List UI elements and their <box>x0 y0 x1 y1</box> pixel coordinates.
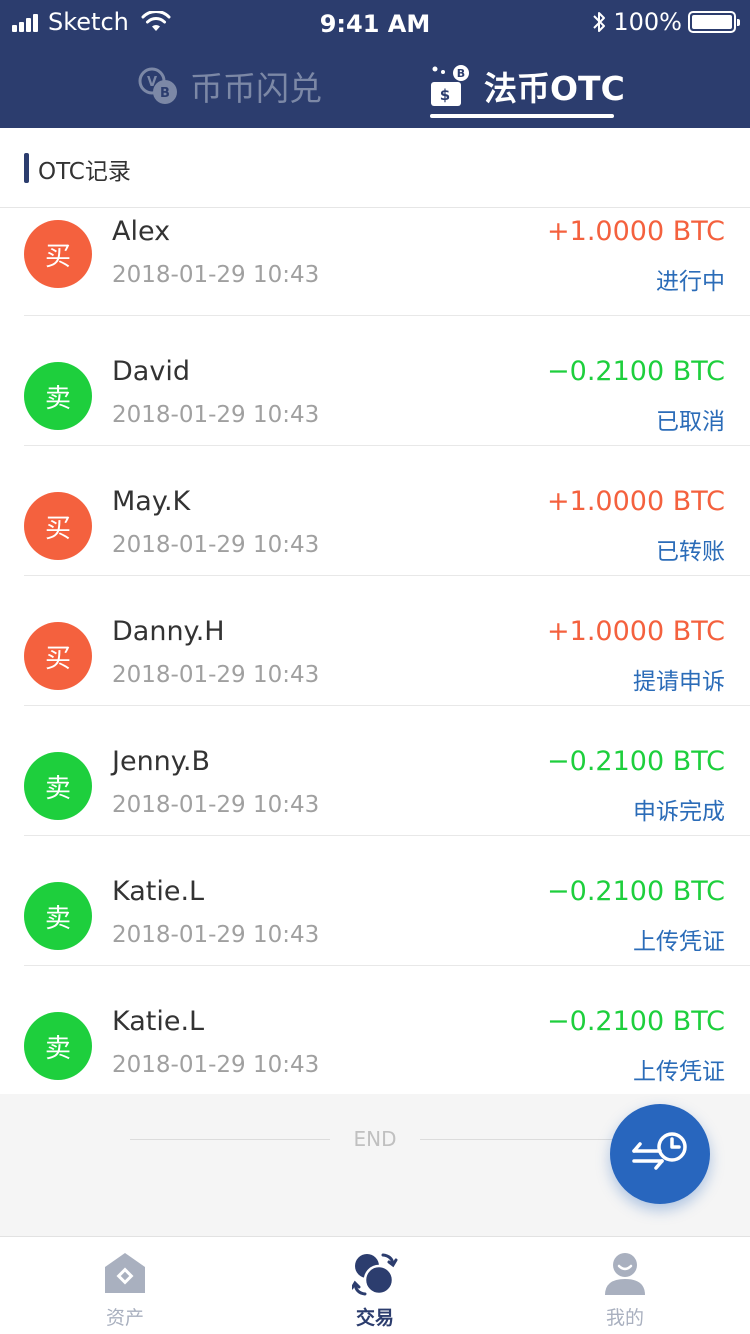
record-amount: −0.2100 BTC <box>547 876 725 907</box>
otc-record-list: 买 Alex 2018-01-29 10:43 +1.0000 BTC 进行中 … <box>0 208 750 1096</box>
record-name: Jenny.B <box>112 746 211 777</box>
list-item[interactable]: 卖 Katie.L 2018-01-29 10:43 −0.2100 BTC 上… <box>0 836 750 966</box>
buy-badge: 买 <box>24 622 92 690</box>
svg-text:B: B <box>160 86 170 101</box>
record-name: Alex <box>112 216 171 247</box>
tab-assets-label: 资产 <box>105 1307 144 1329</box>
bluetooth-icon <box>593 12 606 32</box>
buy-badge: 买 <box>24 492 92 560</box>
record-status: 上传凭证 <box>633 929 725 955</box>
section-header: OTC记录 <box>0 128 750 208</box>
record-amount: +1.0000 BTC <box>547 216 725 247</box>
trade-icon <box>352 1253 398 1296</box>
record-time: 2018-01-29 10:43 <box>112 402 320 428</box>
record-status: 已转账 <box>656 539 725 565</box>
tab-profile-label: 我的 <box>605 1307 644 1329</box>
sell-badge: 卖 <box>24 1012 92 1080</box>
record-amount: +1.0000 BTC <box>547 616 725 647</box>
list-item[interactable]: 卖 David 2018-01-29 10:43 −0.2100 BTC 已取消 <box>0 316 750 446</box>
sell-badge: 卖 <box>24 752 92 820</box>
record-name: Katie.L <box>112 1006 205 1037</box>
record-amount: −0.2100 BTC <box>547 1006 725 1037</box>
profile-icon <box>605 1253 645 1295</box>
list-item[interactable]: 买 Alex 2018-01-29 10:43 +1.0000 BTC 进行中 <box>0 208 750 316</box>
record-time: 2018-01-29 10:43 <box>112 662 320 688</box>
tab-trade-label: 交易 <box>355 1307 394 1329</box>
record-amount: +1.0000 BTC <box>547 486 725 517</box>
tab-profile[interactable]: 我的 <box>500 1237 750 1334</box>
record-time: 2018-01-29 10:43 <box>112 1052 320 1078</box>
exchange-history-button[interactable] <box>610 1104 710 1204</box>
record-time: 2018-01-29 10:43 <box>112 532 320 558</box>
tab-coin-swap-label: 币币闪兑 <box>190 69 322 108</box>
section-title: OTC记录 <box>38 159 131 185</box>
sell-badge: 卖 <box>24 362 92 430</box>
end-divider-right <box>420 1139 620 1140</box>
assets-icon <box>105 1253 145 1293</box>
exchange-history-icon <box>632 1132 687 1170</box>
record-time: 2018-01-29 10:43 <box>112 792 320 818</box>
tab-assets[interactable]: 资产 <box>0 1237 250 1334</box>
record-name: Danny.H <box>112 616 225 647</box>
record-status: 进行中 <box>656 269 725 295</box>
bottom-tab-bar: 资产 交易 我的 <box>0 1236 750 1334</box>
active-tab-indicator <box>430 114 614 118</box>
status-bar: Sketch 9:41 AM 100% <box>0 0 750 44</box>
record-name: Katie.L <box>112 876 205 907</box>
list-item[interactable]: 卖 Jenny.B 2018-01-29 10:43 −0.2100 BTC 申… <box>0 706 750 836</box>
list-item[interactable]: 买 Danny.H 2018-01-29 10:43 +1.0000 BTC 提… <box>0 576 750 706</box>
sell-badge: 卖 <box>24 882 92 950</box>
app-header: Sketch 9:41 AM 100% V B 币币闪兑 B $ 法币OTC <box>0 0 750 128</box>
tab-fiat-otc[interactable]: B $ 法币OTC <box>430 60 625 112</box>
list-item[interactable]: 买 May.K 2018-01-29 10:43 +1.0000 BTC 已转账 <box>0 446 750 576</box>
record-name: David <box>112 356 190 387</box>
svg-text:B: B <box>457 67 465 80</box>
top-tabs: V B 币币闪兑 B $ 法币OTC <box>0 60 750 120</box>
tab-coin-swap[interactable]: V B 币币闪兑 <box>136 60 322 112</box>
record-status: 上传凭证 <box>633 1059 725 1085</box>
record-status: 提请申诉 <box>633 669 725 695</box>
record-status: 申诉完成 <box>633 799 725 825</box>
record-amount: −0.2100 BTC <box>547 746 725 777</box>
tab-trade[interactable]: 交易 <box>250 1237 500 1334</box>
tab-fiat-otc-label: 法币OTC <box>484 69 625 108</box>
section-accent-bar <box>24 153 29 183</box>
coin-swap-icon: V B <box>138 67 177 104</box>
buy-badge: 买 <box>24 220 92 288</box>
list-item[interactable]: 卖 Katie.L 2018-01-29 10:43 −0.2100 BTC 上… <box>0 966 750 1096</box>
record-time: 2018-01-29 10:43 <box>112 262 320 288</box>
battery-percent: 100% <box>613 8 682 36</box>
svg-text:$: $ <box>440 86 450 104</box>
record-status: 已取消 <box>656 409 725 435</box>
record-name: May.K <box>112 486 191 517</box>
record-time: 2018-01-29 10:43 <box>112 922 320 948</box>
record-amount: −0.2100 BTC <box>547 356 725 387</box>
battery-icon <box>688 11 740 33</box>
fiat-otc-icon: B $ <box>431 65 469 106</box>
